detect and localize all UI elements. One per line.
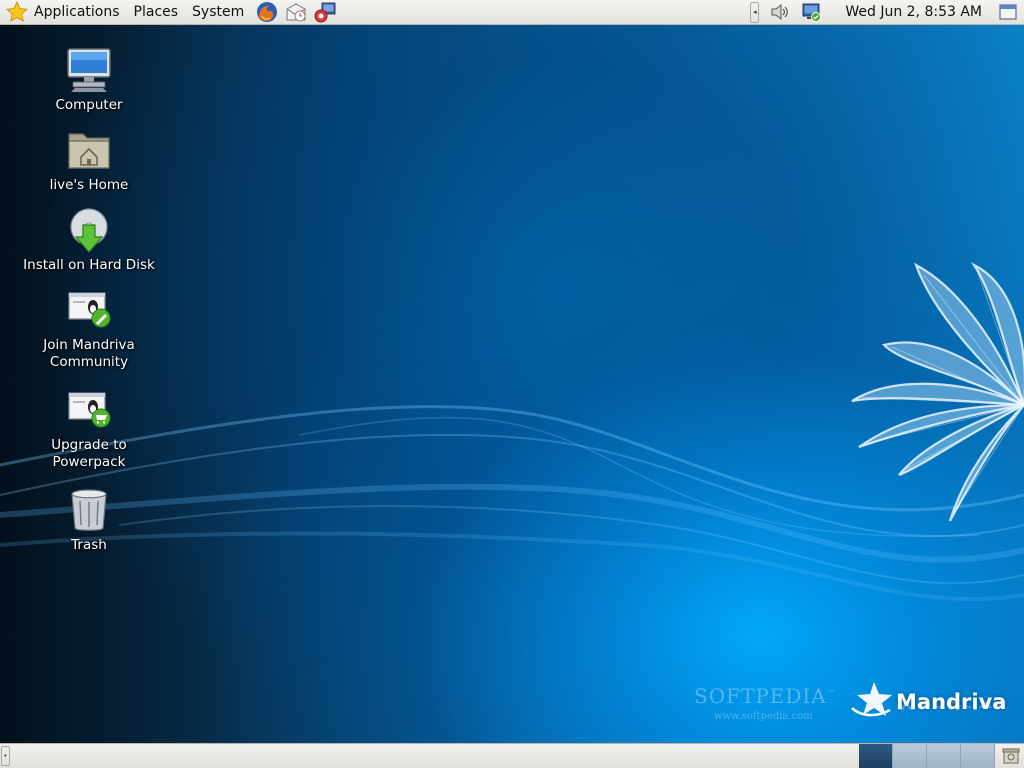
desktop-icon-join-community[interactable]: Join Mandriva Community: [14, 285, 164, 371]
desktop-icon-label: live's Home: [49, 177, 129, 193]
speaker-icon: [771, 3, 789, 21]
email-client-launcher[interactable]: [283, 0, 309, 25]
upgrade-powerpack-icon: [63, 385, 115, 435]
window-list[interactable]: [12, 744, 856, 768]
softpedia-watermark: SOFTPEDIA™: [694, 684, 836, 708]
trash-icon: [63, 485, 115, 535]
network-status[interactable]: [799, 0, 823, 25]
workspace-4[interactable]: [961, 744, 995, 768]
trash-applet[interactable]: [1000, 745, 1022, 767]
softpedia-url-watermark: www.softpedia.com: [714, 711, 813, 722]
mandriva-wordmark-reflection: Mandriva: [896, 698, 1007, 712]
desktop-icon-label: Install on Hard Disk: [23, 257, 155, 273]
show-desktop-icon: [999, 4, 1017, 20]
desktop-icon-trash[interactable]: Trash: [14, 485, 164, 554]
firefox-icon: [257, 2, 278, 22]
workspace-2[interactable]: [893, 744, 927, 768]
mandriva-leaf-emblem: [851, 262, 1024, 522]
desktop-background[interactable]: Computer live's Home Install on Hard Dis…: [0, 25, 1024, 743]
mandriva-star-menu-icon: [6, 1, 28, 22]
places-menu-label: Places: [133, 4, 179, 20]
desktop-icon-install[interactable]: Install on Hard Disk: [14, 205, 164, 274]
workspace-3[interactable]: [927, 744, 961, 768]
desktop-icon-label: Upgrade to Powerpack: [51, 437, 127, 470]
places-menu[interactable]: Places: [127, 0, 186, 25]
remote-desktop-launcher[interactable]: [312, 0, 338, 25]
system-menu-label: System: [192, 4, 245, 20]
workspace-switcher[interactable]: [859, 744, 995, 768]
mandriva-star-icon: [851, 682, 892, 717]
desktop-icon-label: Trash: [71, 537, 107, 553]
home-folder-icon: [63, 125, 115, 175]
firefox-launcher[interactable]: [254, 0, 280, 25]
bottom-panel-drag-handle[interactable]: •: [1, 746, 10, 766]
workspace-1[interactable]: [859, 744, 893, 768]
mandriva-logo: Mandriva Mandriva: [848, 676, 1008, 728]
volume-control[interactable]: [767, 0, 791, 25]
top-panel: Applications Places System ◂ Wed Jun 2, …: [0, 0, 1024, 25]
computer-icon: [63, 45, 115, 95]
email-client-icon: [286, 3, 306, 22]
install-disk-icon: [63, 205, 115, 255]
system-menu[interactable]: System: [185, 0, 251, 25]
applications-menu-label: Applications: [34, 4, 120, 20]
show-desktop-button[interactable]: [996, 0, 1020, 25]
trash-applet-icon: [1002, 748, 1020, 764]
panel-drag-handle[interactable]: ◂: [750, 1, 760, 23]
join-community-icon: [63, 285, 115, 335]
remote-desktop-icon: [314, 2, 336, 23]
clock[interactable]: Wed Jun 2, 8:53 AM: [827, 4, 996, 20]
desktop-icon-label: Join Mandriva Community: [43, 337, 135, 370]
network-status-icon: [802, 3, 822, 22]
desktop-icon-computer[interactable]: Computer: [14, 45, 164, 114]
applications-menu[interactable]: Applications: [0, 0, 127, 25]
desktop-icon-label: Computer: [55, 97, 123, 113]
desktop-icon-upgrade-powerpack[interactable]: Upgrade to Powerpack: [14, 385, 164, 471]
bottom-panel: •: [0, 743, 1024, 768]
desktop-icon-home[interactable]: live's Home: [14, 125, 164, 194]
